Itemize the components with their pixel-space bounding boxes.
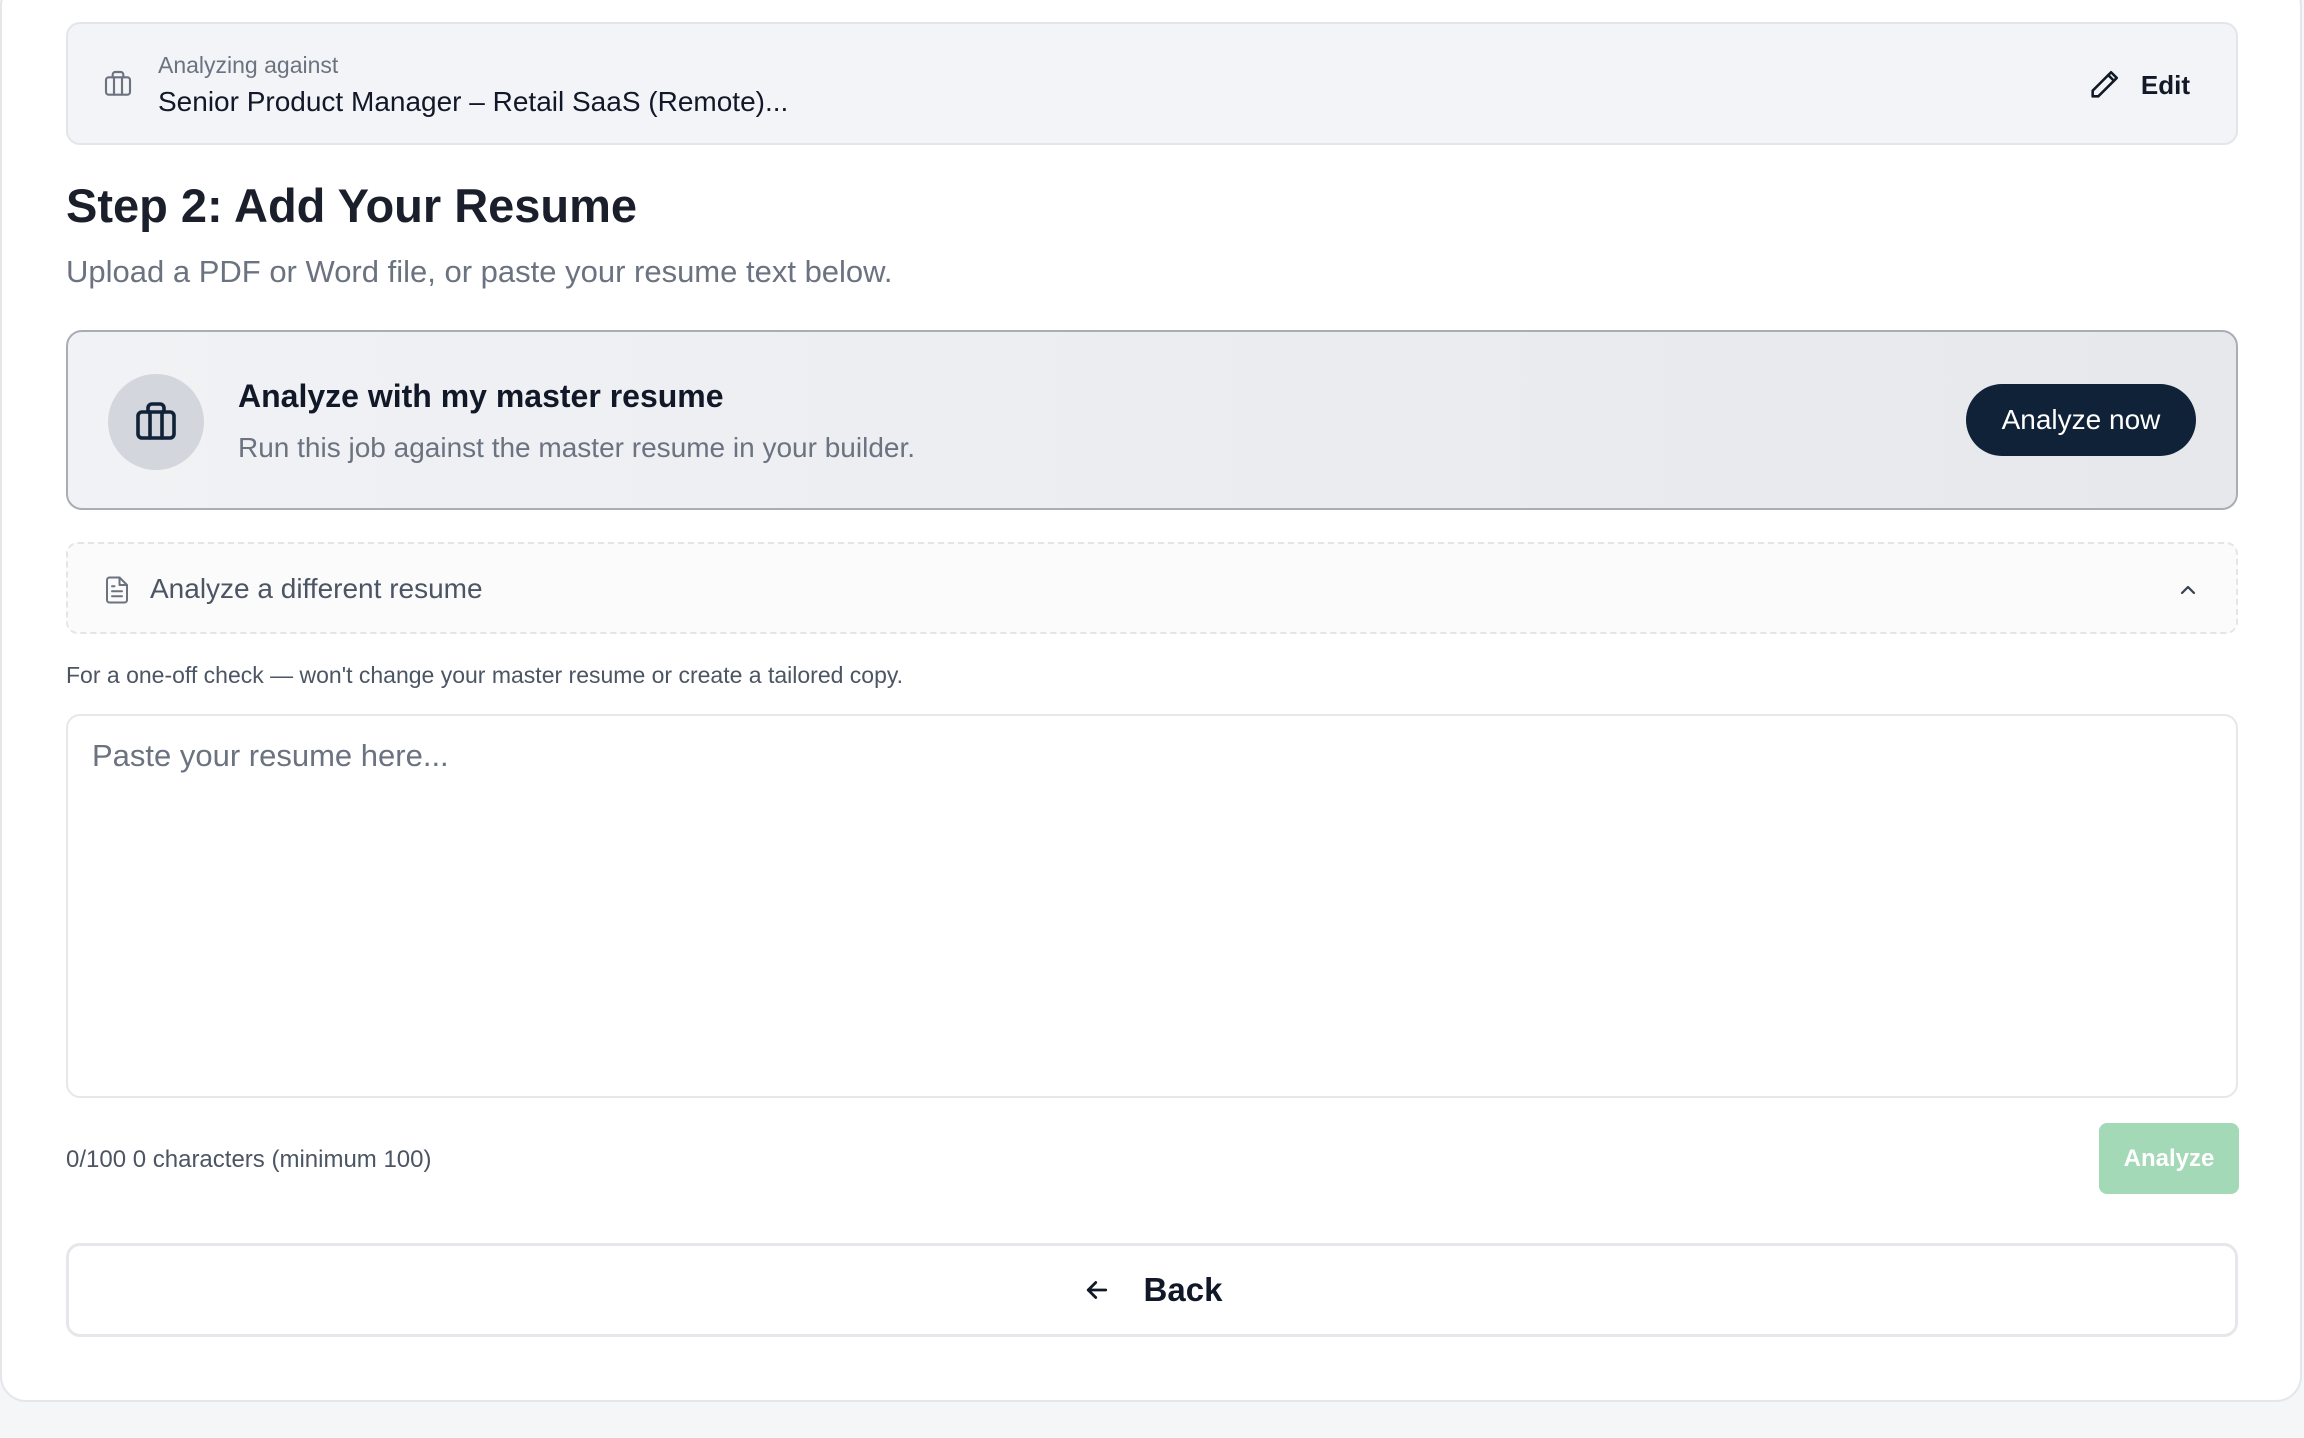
- one-off-note: For a one-off check — won't change your …: [66, 662, 904, 688]
- master-resume-description: Run this job against the master resume i…: [238, 432, 916, 463]
- different-resume-label: Analyze a different resume: [150, 573, 483, 604]
- job-title: Senior Product Manager – Retail SaaS (Re…: [158, 86, 789, 117]
- back-button[interactable]: Back: [66, 1243, 2238, 1337]
- back-label: Back: [1143, 1271, 1223, 1308]
- briefcase-icon: [136, 402, 176, 440]
- resume-textarea[interactable]: [66, 714, 2238, 1098]
- step-title: Step 2: Add Your Resume: [66, 179, 638, 232]
- character-counter: 0/100 0 characters (minimum 100): [66, 1146, 432, 1173]
- master-resume-title: Analyze with my master resume: [238, 378, 724, 414]
- edit-button[interactable]: Edit: [2087, 64, 2190, 106]
- pencil-icon: [2091, 70, 2118, 98]
- banner-label: Analyzing against: [158, 52, 339, 78]
- chevron-up-icon: [2180, 585, 2196, 595]
- different-resume-toggle[interactable]: Analyze a different resume: [66, 542, 2238, 634]
- master-resume-card: Analyze with my master resume Run this j…: [66, 330, 2238, 510]
- master-resume-icon-circle: [108, 374, 204, 470]
- arrow-left-icon: [1086, 1281, 1107, 1299]
- analyze-now-button[interactable]: Analyze now: [1966, 384, 2196, 456]
- job-banner: Analyzing against Senior Product Manager…: [66, 22, 2238, 145]
- document-icon: [106, 576, 128, 604]
- step-subtitle: Upload a PDF or Word file, or paste your…: [66, 254, 893, 289]
- briefcase-icon: [104, 70, 132, 96]
- analyze-button[interactable]: Analyze: [2099, 1123, 2239, 1194]
- edit-label: Edit: [2140, 69, 2190, 100]
